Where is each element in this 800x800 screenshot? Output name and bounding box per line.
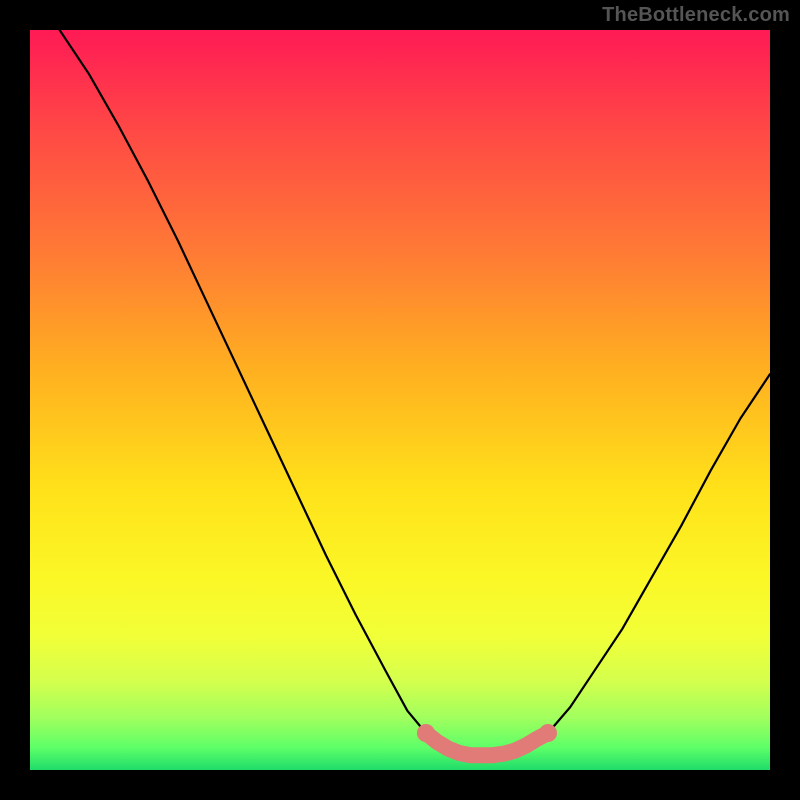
series-point-valley-endpoint-right — [539, 724, 557, 742]
plot-area — [30, 30, 770, 770]
chart-frame: TheBottleneck.com — [0, 0, 800, 800]
chart-svg — [30, 30, 770, 770]
series-point-valley-endpoint-left — [417, 724, 435, 742]
branding-watermark: TheBottleneck.com — [602, 4, 790, 27]
gradient-background — [30, 30, 770, 770]
